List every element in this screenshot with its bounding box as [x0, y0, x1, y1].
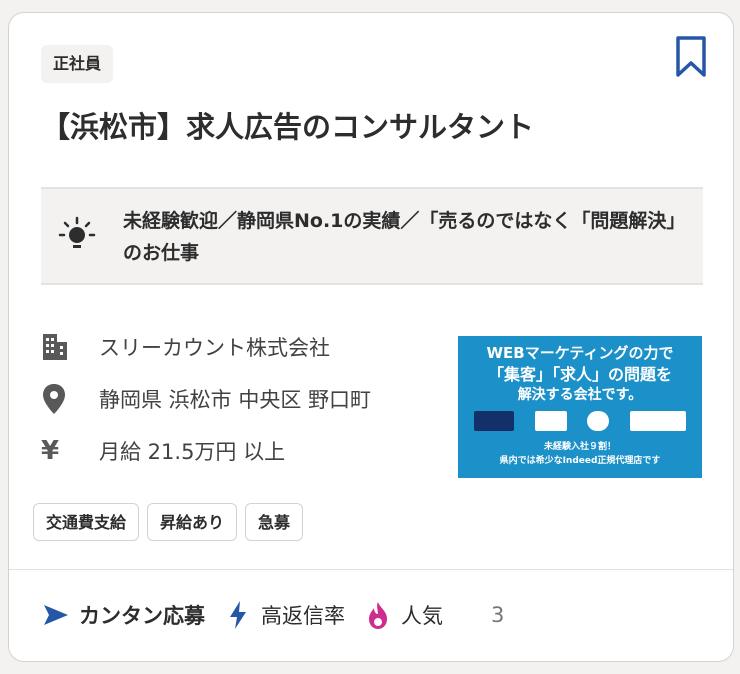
job-highlight: 未経験歓迎／静岡県No.1の実績／「売るのではなく「問題解決」のお仕事 [41, 187, 703, 285]
ad-line-1: WEBマーケティングの力で [486, 344, 674, 362]
ad-logos [474, 410, 686, 432]
ad-line-3: 解決する会社です。 [517, 387, 643, 403]
job-salary: 月給 21.5万円 以上 [99, 440, 286, 464]
lightning-icon [230, 601, 246, 629]
ad-logo-indeed [587, 411, 610, 431]
ad-line-5: 県内では希少なIndeed正規代理店です [499, 456, 661, 466]
location-row: 静岡県 浜松市 中央区 野口町 [41, 379, 371, 419]
ad-logo-card [474, 411, 514, 431]
easy-apply-item: カンタン応募 [41, 600, 205, 630]
job-card[interactable]: 正社員 【浜松市】求人広告のコンサルタント 未経験歓迎／静岡県No.1の実績／「… [8, 12, 734, 662]
popular-label: 人気 [401, 604, 443, 628]
job-footer: カンタン応募 高返信率 人気 3 [41, 597, 504, 633]
building-icon [43, 334, 67, 360]
truncated-text: 3 [491, 603, 505, 627]
company-ad-banner[interactable]: WEBマーケティングの力で 「集客」「求人」の問題を 解決する会社です。 未経験… [458, 336, 702, 478]
highlight-text: 未経験歓迎／静岡県No.1の実績／「売るのではなく「問題解決」のお仕事 [123, 210, 686, 264]
ad-line-2: 「集客」「求人」の問題を [487, 365, 672, 384]
high-response-label: 高返信率 [261, 604, 345, 628]
bookmark-button[interactable] [673, 35, 709, 79]
yen-icon: ¥ [41, 436, 60, 466]
ad-logo-google [534, 411, 567, 431]
salary-row: ¥ 月給 21.5万円 以上 [41, 431, 285, 471]
flame-icon [369, 602, 387, 629]
lightbulb-icon [58, 216, 96, 248]
bookmark-icon [676, 36, 706, 77]
easy-apply-label: カンタン応募 [79, 604, 205, 628]
job-location: 静岡県 浜松市 中央区 野口町 [99, 388, 372, 412]
ad-logo-partner [629, 411, 686, 431]
send-arrow-icon [44, 605, 68, 625]
job-tags: 交通費支給 昇給あり 急募 [33, 503, 304, 541]
tag-raise: 昇給あり [147, 503, 238, 541]
footer-divider [9, 569, 733, 570]
employment-type-badge: 正社員 [41, 45, 114, 83]
high-response-item: 高返信率 [223, 600, 345, 630]
ad-line-4: 未経験入社９割！ [543, 442, 616, 452]
location-pin-icon [43, 384, 65, 414]
tag-transport: 交通費支給 [33, 503, 140, 541]
popular-item: 人気 [363, 600, 443, 630]
company-name[interactable]: スリーカウント株式会社 [99, 332, 330, 362]
tag-urgent: 急募 [245, 503, 304, 541]
company-row: スリーカウント株式会社 [41, 327, 330, 367]
job-title[interactable]: 【浜松市】求人広告のコンサルタント [41, 105, 701, 149]
